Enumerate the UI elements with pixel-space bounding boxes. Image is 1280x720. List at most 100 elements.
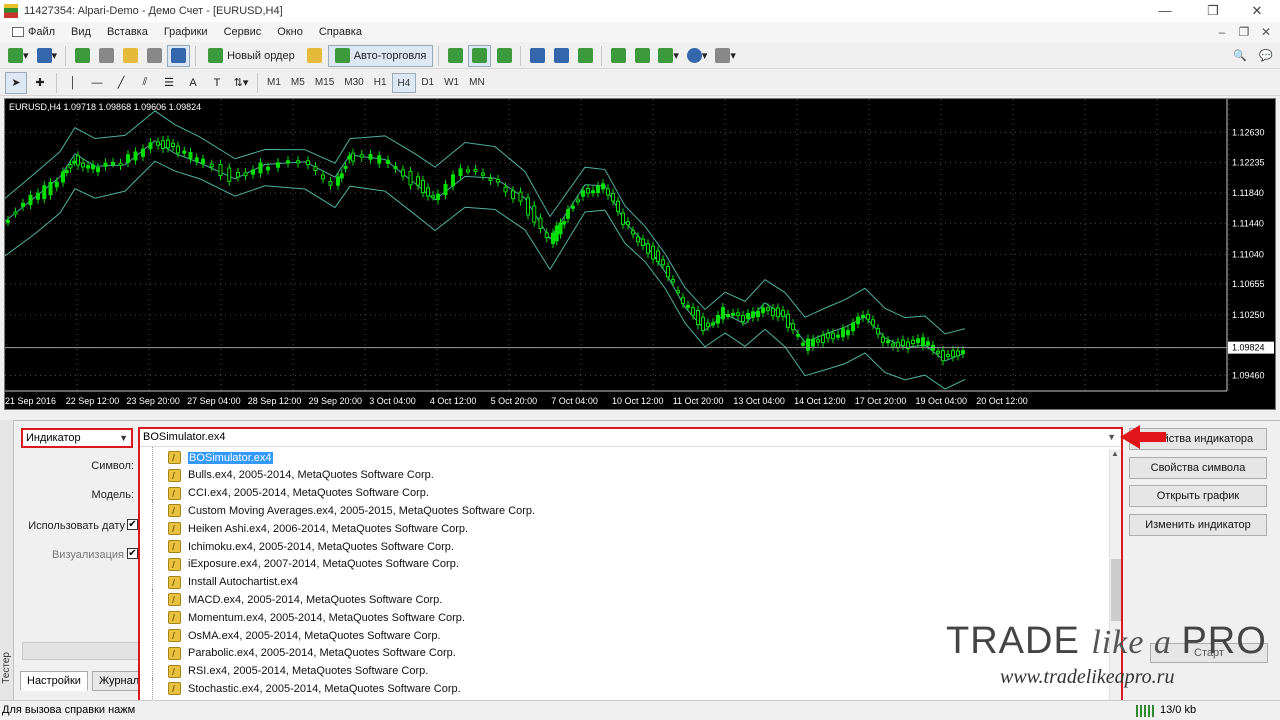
tester-side-tab[interactable]: Тестер <box>0 420 14 700</box>
menu-file[interactable]: Файл <box>4 22 63 42</box>
new-chart-button[interactable]: ▾ <box>5 45 32 67</box>
indicator-list-item[interactable]: RSI.ex4, 2005-2014, MetaQuotes Software … <box>148 660 428 680</box>
indicator-list-item[interactable]: OsMA.ex4, 2005-2014, MetaQuotes Software… <box>148 625 441 644</box>
indicator-list-item[interactable]: Bulls.ex4, 2005-2014, MetaQuotes Softwar… <box>148 464 434 484</box>
menu-charts[interactable]: Графики <box>156 22 216 42</box>
zoom-in-icon <box>529 48 545 63</box>
menu-tools[interactable]: Сервис <box>216 22 270 42</box>
indicator-list-item[interactable]: CCI.ex4, 2005-2014, MetaQuotes Software … <box>148 482 429 502</box>
time-axis-label: 4 Oct 12:00 <box>430 396 477 406</box>
search-button[interactable]: 🔍 <box>1229 45 1251 67</box>
indicator-list-item[interactable]: Install Autochartist.ex4 <box>148 571 299 591</box>
child-minimize-button[interactable]: – <box>1214 24 1230 40</box>
use-date-checkbox[interactable]: ✔ <box>127 519 138 530</box>
metaeditor-button[interactable] <box>304 45 326 67</box>
chart-header: EURUSD,H4 1.09718 1.09868 1.09606 1.0982… <box>9 102 202 112</box>
fibonacci-button[interactable]: ☰ <box>158 72 180 94</box>
tree-line <box>152 536 153 555</box>
crosshair-button[interactable]: ✚ <box>29 72 51 94</box>
indicator-list-item-label: Custom Moving Averages.ex4, 2005-2015, M… <box>188 504 536 517</box>
indicator-list-item[interactable]: Heiken Ashi.ex4, 2006-2014, MetaQuotes S… <box>148 518 469 538</box>
tile-windows-button[interactable] <box>574 45 596 67</box>
indicator-list-item[interactable]: Stochastic.ex4, 2005-2014, MetaQuotes So… <box>148 678 461 698</box>
indicator-file-icon <box>168 540 181 553</box>
child-close-button[interactable]: ✕ <box>1258 24 1274 40</box>
timeframe-m30[interactable]: M30 <box>339 73 368 93</box>
price-axis-label: 1.10250 <box>1232 310 1265 320</box>
zoom-out-button[interactable] <box>550 45 572 67</box>
tree-line <box>152 642 153 662</box>
horizontal-line-button[interactable]: — <box>86 72 108 94</box>
timeframe-w1[interactable]: W1 <box>439 73 464 93</box>
timeframe-mn[interactable]: MN <box>464 73 490 93</box>
bar-chart-button[interactable] <box>444 45 466 67</box>
minimize-button[interactable]: — <box>1142 0 1188 22</box>
time-axis-label: 20 Oct 12:00 <box>976 396 1028 406</box>
open-chart-button[interactable]: Открыть график <box>1129 485 1267 507</box>
close-button[interactable]: ✕ <box>1234 0 1280 22</box>
symbol-properties-button[interactable]: Свойства символа <box>1129 457 1267 479</box>
maximize-button[interactable]: ❐ <box>1190 0 1236 22</box>
menu-insert[interactable]: Вставка <box>99 22 156 42</box>
indicators-button[interactable]: ▾ <box>655 45 682 67</box>
tester-type-select[interactable]: Индикатор ▼ <box>21 428 133 448</box>
new-order-button[interactable]: Новый ордер <box>201 45 302 67</box>
strategy-tester-button[interactable] <box>167 44 191 67</box>
menu-window[interactable]: Окно <box>269 22 311 42</box>
visualization-checkbox[interactable]: ✔ <box>127 548 138 559</box>
trendline-button[interactable]: ╱ <box>110 72 132 94</box>
indicator-list-item-label: Heiken Ashi.ex4, 2006-2014, MetaQuotes S… <box>188 522 469 535</box>
chart-shift-button[interactable] <box>631 45 653 67</box>
indicator-list-item-label: iExposure.ex4, 2007-2014, MetaQuotes Sof… <box>188 558 459 571</box>
autotrading-button[interactable]: Авто-торговля <box>327 44 434 67</box>
timeframe-h1[interactable]: H1 <box>369 73 392 93</box>
equidistant-channel-button[interactable]: ⫽ <box>134 72 156 94</box>
timeframe-m15[interactable]: M15 <box>310 73 339 93</box>
tab-journal[interactable]: Журнал <box>92 671 140 691</box>
new-order-icon <box>208 48 224 63</box>
indicator-list-item-label: Install Autochartist.ex4 <box>188 576 299 589</box>
data-window-button[interactable] <box>95 45 117 67</box>
zoom-in-button[interactable] <box>526 45 548 67</box>
bar-chart-icon <box>447 48 463 63</box>
indicator-list-item[interactable]: Parabolic.ex4, 2005-2014, MetaQuotes Sof… <box>148 642 456 662</box>
indicator-file-icon <box>168 486 181 500</box>
indicator-list-item[interactable]: BOSimulator.ex4 <box>148 447 273 466</box>
child-restore-button[interactable]: ❐ <box>1236 24 1252 40</box>
autoscroll-button[interactable] <box>607 45 629 67</box>
modify-indicator-button[interactable]: Изменить индикатор <box>1129 514 1267 536</box>
vertical-line-button[interactable]: │ <box>62 72 84 94</box>
indicator-list-item[interactable]: MACD.ex4, 2005-2014, MetaQuotes Software… <box>148 589 442 609</box>
menu-help[interactable]: Справка <box>311 22 370 42</box>
market-watch-button[interactable] <box>71 45 93 67</box>
navigator-button[interactable] <box>119 45 141 67</box>
price-chart[interactable]: 1.12630 1.12235 1.11840 1.11440 1.11040 1.106… <box>4 98 1276 410</box>
indicator-list-item[interactable]: Custom Moving Averages.ex4, 2005-2015, M… <box>148 500 536 520</box>
profiles-button[interactable]: ▾ <box>34 45 61 67</box>
arrows-button[interactable]: ⇅▾ <box>230 72 252 94</box>
price-axis-label: 1.09824 <box>1232 343 1265 353</box>
scrollbar-thumb[interactable] <box>1111 559 1121 621</box>
line-chart-button[interactable] <box>493 45 515 67</box>
chat-button[interactable]: 💬 <box>1255 45 1277 67</box>
terminal-button[interactable] <box>143 45 165 67</box>
indicator-list-item[interactable]: iExposure.ex4, 2007-2014, MetaQuotes Sof… <box>148 553 459 573</box>
indicator-list-item-label: Bulls.ex4, 2005-2014, MetaQuotes Softwar… <box>188 469 434 482</box>
timeframe-h4[interactable]: H4 <box>391 72 417 93</box>
indicator-list-item[interactable]: Momentum.ex4, 2005-2014, MetaQuotes Soft… <box>148 607 465 627</box>
templates-button[interactable]: ▾ <box>712 45 739 67</box>
price-axis-label: 1.11440 <box>1232 219 1264 229</box>
candlestick-button[interactable] <box>468 44 492 67</box>
menu-view[interactable]: Вид <box>63 22 99 42</box>
cursor-button[interactable]: ➤ <box>5 71 27 94</box>
periods-button[interactable]: ▾ <box>684 45 711 67</box>
text-button[interactable]: A <box>182 72 204 94</box>
indicator-select[interactable]: BOSimulator.ex4 ▼ <box>140 429 1121 447</box>
indicator-list-item[interactable]: Ichimoku.ex4, 2005-2014, MetaQuotes Soft… <box>148 536 454 555</box>
timeframe-d1[interactable]: D1 <box>416 73 439 93</box>
tester-type-value: Индикатор <box>26 432 81 444</box>
timeframe-m1[interactable]: M1 <box>262 73 286 93</box>
text-label-button[interactable]: T <box>206 72 228 94</box>
tab-settings[interactable]: Настройки <box>20 671 88 691</box>
timeframe-m5[interactable]: M5 <box>286 73 310 93</box>
